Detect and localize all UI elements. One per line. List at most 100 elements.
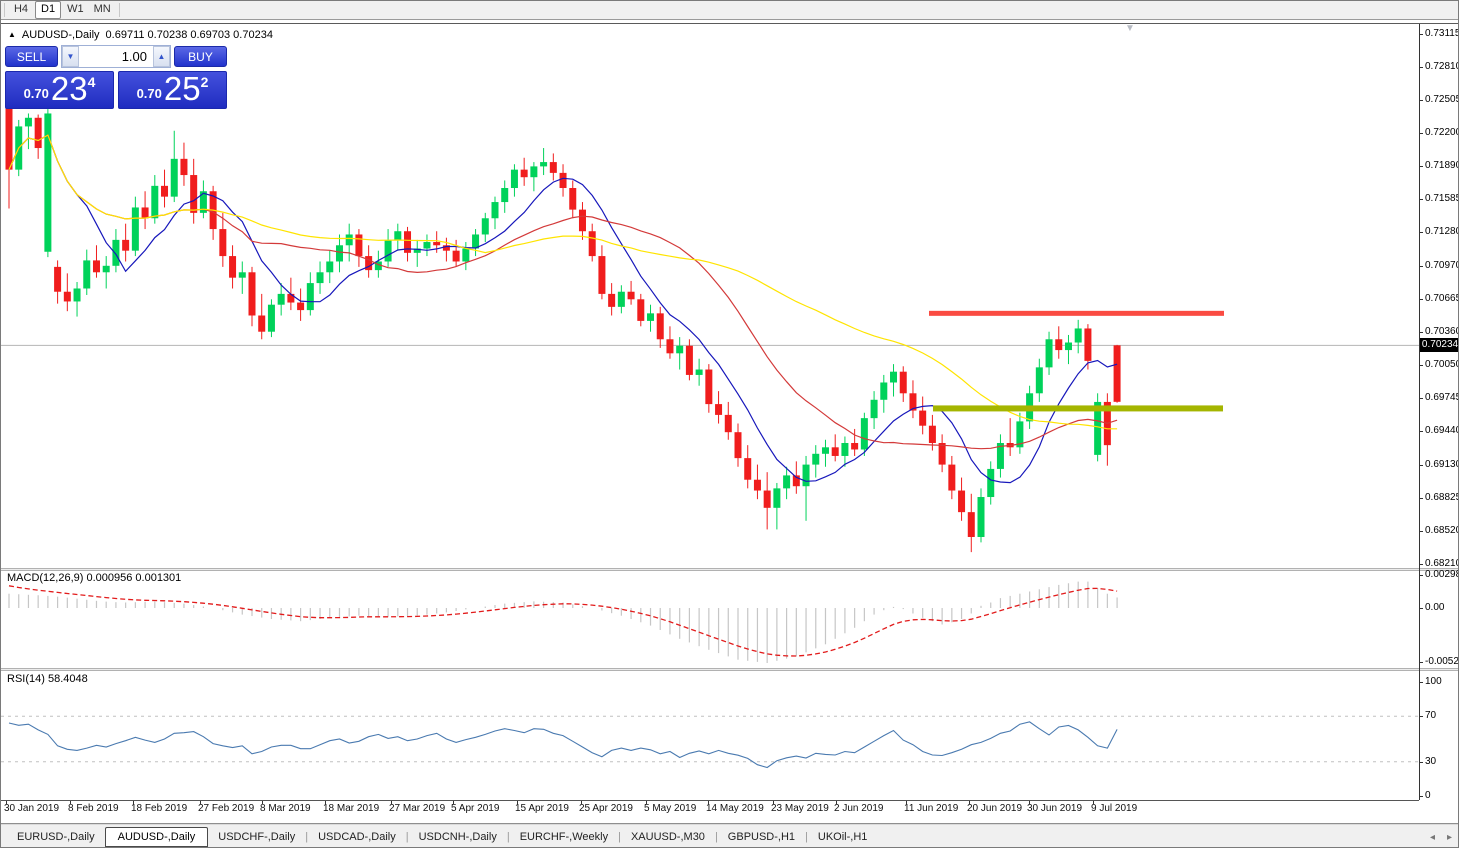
time-axis-line: [1, 800, 1419, 801]
volume-increase-icon[interactable]: ▲: [153, 46, 170, 67]
candle: [54, 260, 62, 304]
date-tick-label: 8 Feb 2019: [68, 803, 119, 814]
macd-tick: [1419, 608, 1423, 609]
candle: [229, 245, 237, 289]
candle: [647, 304, 655, 332]
timeframe-button-h4[interactable]: H4: [8, 1, 34, 19]
price-tick: [1419, 99, 1423, 101]
chart-ohlc-title: ▲ AUDUSD-,Daily 0.69711 0.70238 0.69703 …: [8, 29, 273, 41]
tab-ukoil-h1[interactable]: UKOil-,H1: [808, 828, 878, 846]
candle: [608, 283, 616, 316]
candle: [190, 158, 198, 224]
candle: [1074, 319, 1082, 354]
candle: [880, 374, 888, 413]
volume-decrease-icon[interactable]: ▼: [62, 46, 79, 67]
timeframe-button-d1[interactable]: D1: [35, 1, 62, 19]
date-tick-label: 30 Jan 2019: [4, 803, 60, 814]
buy-price-big: 25: [163, 70, 201, 107]
price-tick-label: 0.70970: [1425, 259, 1459, 271]
price-tick-label: 0.72810: [1425, 61, 1459, 72]
candle: [715, 391, 723, 424]
price-tick-label: 0.73115: [1425, 28, 1459, 40]
tab-eurusd-daily[interactable]: EURUSD-,Daily: [7, 828, 105, 846]
price-axis-line: [1419, 24, 1420, 800]
date-tick-label: 18 Feb 2019: [131, 803, 188, 814]
tab-scroll-right-icon[interactable]: ▸: [1447, 832, 1452, 843]
rsi-indicator-chart[interactable]: [1, 671, 1419, 800]
tab-eurchf-weekly[interactable]: EURCHF-,Weekly: [510, 828, 618, 846]
candle: [141, 191, 149, 230]
date-tick-label: 18 Mar 2019: [323, 803, 380, 814]
timeframe-button-mn[interactable]: MN: [89, 1, 116, 19]
candle: [394, 223, 402, 251]
price-tick-label: 0.72200: [1425, 126, 1459, 138]
candle: [1035, 358, 1043, 402]
candle: [24, 113, 32, 150]
candle: [753, 464, 761, 500]
support-line[interactable]: [933, 405, 1223, 412]
candle: [1103, 393, 1111, 466]
price-tick-label: 0.68825: [1425, 491, 1459, 503]
candle: [977, 488, 985, 543]
price-tick-label: 0.68520: [1425, 524, 1459, 536]
rsi-label: RSI(14) 58.4048: [7, 673, 88, 685]
candle: [520, 157, 528, 186]
candle: [637, 293, 645, 327]
date-tick-label: 20 Jun 2019: [967, 803, 1023, 814]
resistance-line[interactable]: [929, 310, 1224, 316]
price-tick: [1419, 298, 1423, 300]
tab-audusd-daily[interactable]: AUDUSD-,Daily: [104, 827, 209, 847]
candle: [161, 169, 169, 208]
candle: [131, 196, 139, 257]
timeframe-button-w1[interactable]: W1: [62, 1, 89, 19]
candle: [559, 164, 567, 197]
price-tick-label: 0.70050: [1425, 359, 1459, 371]
date-tick-label: 23 May 2019: [771, 803, 829, 814]
price-tick-label: 0.71890: [1425, 160, 1459, 172]
toolbar-separator: [4, 3, 5, 17]
candle: [306, 272, 314, 316]
rsi-panel-splitter[interactable]: [1, 668, 1458, 671]
price-tick: [1419, 398, 1423, 400]
rsi-line: [8, 721, 1118, 769]
candle: [987, 461, 995, 505]
candle: [724, 401, 732, 440]
macd-label: MACD(12,26,9) 0.000956 0.001301: [7, 572, 182, 584]
rsi-tick: [1419, 716, 1423, 717]
sell-price-button[interactable]: 0.70 23 4: [5, 71, 114, 109]
rsi-tick: [1419, 796, 1423, 797]
candle: [452, 239, 460, 267]
tab-usdcnh-daily[interactable]: USDCNH-,Daily: [409, 828, 507, 846]
current-price-badge: 0.70234: [1420, 338, 1459, 353]
date-tick-label: 5 Apr 2019: [451, 803, 500, 814]
macd-panel-splitter[interactable]: [1, 568, 1458, 571]
candle: [83, 249, 91, 295]
price-tick: [1419, 265, 1423, 267]
price-tick-label: 0.72505: [1425, 93, 1459, 105]
candle: [1064, 334, 1072, 365]
buy-button[interactable]: BUY: [174, 46, 227, 67]
terminal-window: H4 D1 W1 MN ▲ AUDUSD-,Daily 0.69711 0.70238…: [0, 0, 1459, 848]
tab-xauusd-m30[interactable]: XAUUSD-,M30: [621, 828, 715, 846]
candle: [238, 261, 246, 294]
timeframe-toolbar: H4 D1 W1 MN: [1, 1, 1458, 20]
candle: [783, 466, 791, 500]
sell-button[interactable]: SELL: [5, 46, 58, 67]
tab-gbpusd-h1[interactable]: GBPUSD-,H1: [718, 828, 805, 846]
chart-tabs: EURUSD-,Daily AUDUSD-,Daily USDCHF-,Daily |…: [7, 827, 877, 847]
price-tick: [1419, 331, 1423, 333]
candle: [102, 256, 110, 289]
volume-input[interactable]: 1.00: [79, 46, 153, 67]
chart-symbol-label: AUDUSD-,Daily: [21, 29, 100, 41]
tab-usdcad-daily[interactable]: USDCAD-,Daily: [308, 828, 406, 846]
tab-scroll-left-icon[interactable]: ◂: [1430, 832, 1435, 843]
sell-price-prefix: 0.70: [23, 86, 49, 101]
price-tick: [1419, 132, 1423, 134]
price-tick: [1419, 232, 1423, 234]
candle: [219, 212, 227, 267]
tab-usdchf-daily[interactable]: USDCHF-,Daily: [208, 828, 305, 846]
buy-price-button[interactable]: 0.70 25 2: [118, 71, 227, 109]
macd-indicator-chart[interactable]: [1, 571, 1419, 668]
sell-price-big: 23: [50, 70, 88, 107]
candle: [5, 102, 13, 209]
